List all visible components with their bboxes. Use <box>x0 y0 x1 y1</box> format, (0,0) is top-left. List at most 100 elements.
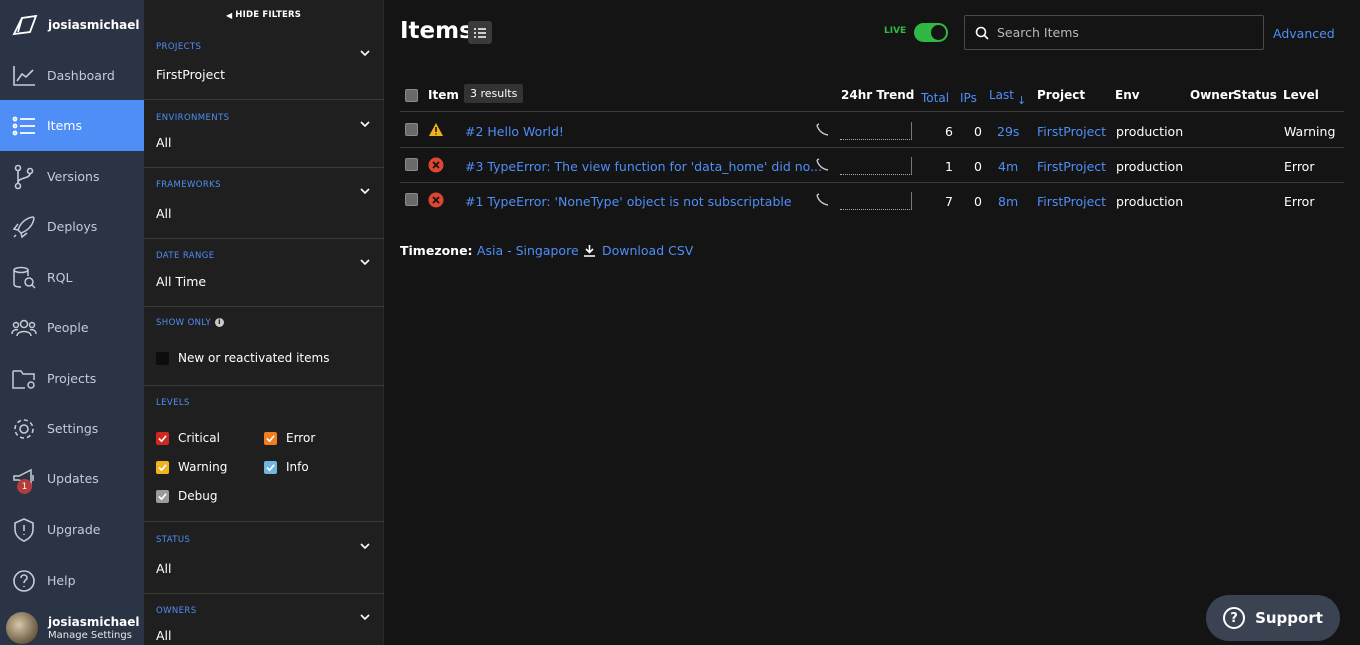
checkbox-checked[interactable] <box>264 431 277 445</box>
ips-count: 0 <box>974 194 982 209</box>
nav-label: Upgrade <box>47 522 101 537</box>
timezone-link[interactable]: Asia - Singapore <box>477 243 579 258</box>
project-link[interactable]: FirstProject <box>1037 194 1106 209</box>
spark-icon <box>816 158 829 171</box>
row-checkbox[interactable] <box>405 123 418 136</box>
nav-item-items[interactable]: Items <box>0 100 144 151</box>
item-title-link[interactable]: #3 TypeError: The view function for 'dat… <box>465 159 822 174</box>
checkbox-checked[interactable] <box>156 489 169 503</box>
table-row[interactable]: #2 Hello World! 6 0 29s FirstProject pro… <box>400 113 1344 148</box>
column-last[interactable]: Last ↓ <box>989 88 1026 107</box>
env-value: production <box>1116 159 1184 174</box>
column-total[interactable]: Total <box>921 91 949 105</box>
item-title-link[interactable]: #1 TypeError: 'NoneType' object is not s… <box>465 194 792 209</box>
filter-status[interactable]: STATUS All <box>144 533 384 594</box>
download-csv-link[interactable]: Download CSV <box>584 243 693 258</box>
nav-label: RQL <box>47 270 73 285</box>
project-link[interactable]: FirstProject <box>1037 159 1106 174</box>
filter-owners[interactable]: OWNERS All <box>144 604 384 645</box>
level-error-option[interactable]: Error <box>264 431 315 445</box>
chevron-down-icon[interactable] <box>360 541 370 551</box>
filter-title: DATE RANGE <box>156 251 215 261</box>
table-header: Item 3 results 24hr Trend Total IPs Last… <box>400 80 1344 112</box>
filter-title: FRAMEWORKS <box>156 180 221 190</box>
checkbox-checked[interactable] <box>156 460 169 474</box>
level-warning-option[interactable]: Warning <box>156 460 227 474</box>
search-box[interactable] <box>964 15 1264 50</box>
filter-title: OWNERS <box>156 606 197 616</box>
chevron-down-icon[interactable] <box>360 186 370 196</box>
primary-nav: josiasmichael Dashboard Items Versions D… <box>0 0 144 645</box>
filter-value: FirstProject <box>156 67 226 82</box>
nav-item-versions[interactable]: Versions <box>0 151 144 202</box>
user-menu[interactable]: josiasmichael Manage Settings <box>0 612 144 645</box>
hide-filters-button[interactable]: ◀ HIDE FILTERS <box>144 0 383 30</box>
nav-item-dashboard[interactable]: Dashboard <box>0 50 144 101</box>
view-options-button[interactable] <box>468 21 492 44</box>
filter-frameworks[interactable]: FRAMEWORKS All <box>144 178 384 239</box>
env-value: production <box>1116 194 1184 209</box>
nav-item-people[interactable]: People <box>0 302 144 353</box>
filter-title: LEVELS <box>156 398 190 408</box>
info-icon[interactable]: i <box>215 318 225 327</box>
checkbox-checked[interactable] <box>156 431 169 445</box>
total-count: 1 <box>945 159 953 174</box>
nav-label: Help <box>47 573 76 588</box>
brand[interactable]: josiasmichael <box>0 0 144 50</box>
live-toggle[interactable] <box>914 23 948 42</box>
folder-gear-icon <box>12 369 35 389</box>
level-critical-option[interactable]: Critical <box>156 431 220 445</box>
gear-icon <box>14 418 34 439</box>
chevron-down-icon[interactable] <box>360 119 370 129</box>
row-checkbox[interactable] <box>405 158 418 171</box>
nav-item-rql[interactable]: RQL <box>0 252 144 303</box>
filter-title: STATUS <box>156 535 191 545</box>
checkbox[interactable] <box>156 351 169 365</box>
column-ips[interactable]: IPs <box>960 91 977 105</box>
project-link[interactable]: FirstProject <box>1037 124 1106 139</box>
chart-line-icon <box>13 65 35 86</box>
row-checkbox[interactable] <box>405 193 418 206</box>
support-button[interactable]: ? Support <box>1206 595 1340 641</box>
manage-settings-link[interactable]: Manage Settings <box>48 630 139 641</box>
last-seen[interactable]: 8m <box>998 194 1018 209</box>
level-debug-option[interactable]: Debug <box>156 489 217 503</box>
filter-title: ENVIRONMENTS <box>156 113 230 123</box>
advanced-search-link[interactable]: Advanced <box>1273 26 1335 41</box>
item-title-link[interactable]: #2 Hello World! <box>465 124 564 139</box>
chevron-down-icon[interactable] <box>360 48 370 58</box>
trend-sparkline <box>840 157 912 175</box>
nav-item-settings[interactable]: Settings <box>0 403 144 454</box>
last-seen[interactable]: 4m <box>998 159 1018 174</box>
search-input[interactable] <box>997 25 1257 40</box>
chevron-down-icon[interactable] <box>360 257 370 267</box>
nav-item-help[interactable]: Help <box>0 555 144 606</box>
updates-badge: 1 <box>17 479 32 494</box>
select-all-checkbox[interactable] <box>405 89 418 102</box>
column-env[interactable]: Env <box>1115 88 1140 102</box>
nav-item-updates[interactable]: 1 Updates <box>0 453 144 504</box>
new-or-reactivated-option[interactable]: New or reactivated items <box>156 351 329 365</box>
level-value: Warning <box>1284 124 1336 139</box>
trend-sparkline <box>840 192 912 210</box>
column-project[interactable]: Project <box>1037 88 1085 102</box>
checkbox-checked[interactable] <box>264 460 277 474</box>
filter-projects[interactable]: PROJECTS FirstProject <box>144 40 384 100</box>
user-name: josiasmichael <box>48 615 140 629</box>
table-row[interactable]: #3 TypeError: The view function for 'dat… <box>400 148 1344 183</box>
nav-item-projects[interactable]: Projects <box>0 353 144 404</box>
option-label: Warning <box>178 460 228 474</box>
table-row[interactable]: #1 TypeError: 'NoneType' object is not s… <box>400 183 1344 218</box>
column-status[interactable]: Status <box>1233 88 1277 102</box>
level-info-option[interactable]: Info <box>264 460 309 474</box>
help-icon <box>13 569 35 592</box>
column-item[interactable]: Item <box>428 88 459 102</box>
last-seen[interactable]: 29s <box>997 124 1019 139</box>
chevron-down-icon[interactable] <box>360 612 370 622</box>
nav-item-deploys[interactable]: Deploys <box>0 201 144 252</box>
filter-date-range[interactable]: DATE RANGE All Time <box>144 249 384 307</box>
nav-item-upgrade[interactable]: Upgrade <box>0 504 144 555</box>
column-owner[interactable]: Owner <box>1190 88 1234 102</box>
filter-environments[interactable]: ENVIRONMENTS All <box>144 111 384 168</box>
column-level[interactable]: Level <box>1283 88 1319 102</box>
